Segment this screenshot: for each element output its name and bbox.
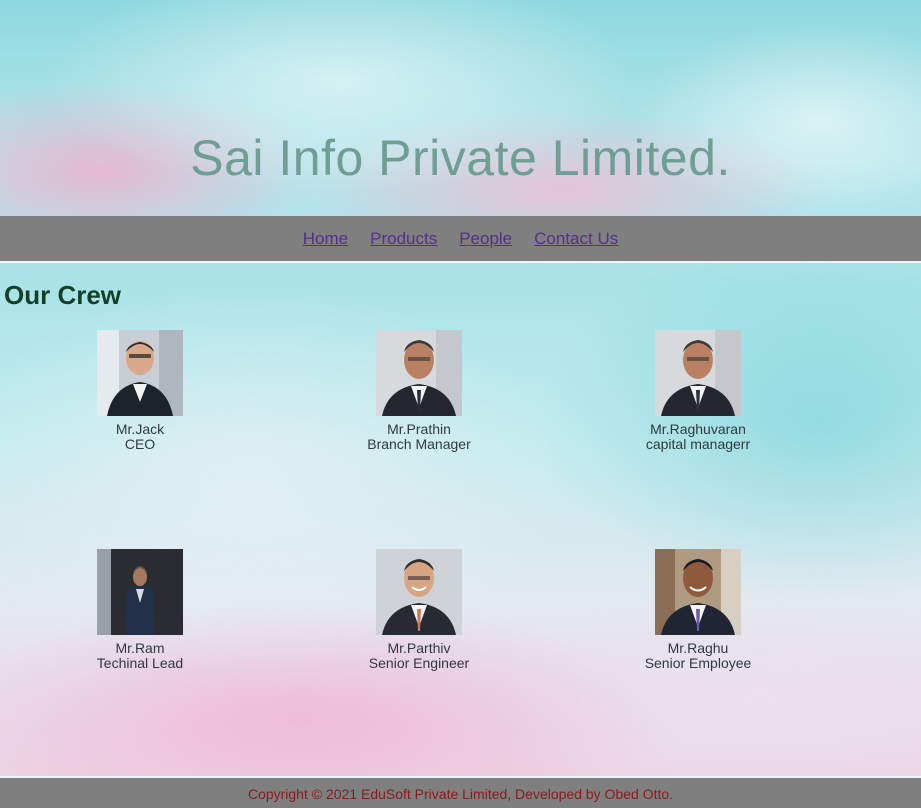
member-role: capital managerr — [645, 436, 751, 452]
member-photo — [376, 549, 462, 635]
nav-link-contact-us[interactable]: Contact Us — [534, 229, 618, 249]
member-role: CEO — [124, 436, 156, 452]
member-role: Branch Manager — [367, 436, 471, 452]
member-photo — [655, 549, 741, 635]
hero-banner: Sai Info Private Limited. — [0, 0, 921, 216]
member-photo — [376, 330, 462, 416]
crew-member-card: Mr.Jack CEO — [60, 330, 220, 452]
nav-link-people[interactable]: People — [459, 229, 512, 249]
crew-member-card: Mr.Parthiv Senior Engineer — [339, 549, 499, 671]
member-name: Mr.Prathin — [387, 421, 451, 437]
crew-member-card: Mr.Prathin Branch Manager — [339, 330, 499, 452]
member-name: Mr.Raghuvaran — [650, 421, 746, 437]
member-name: Mr.Parthiv — [387, 640, 451, 656]
nav-link-home[interactable]: Home — [303, 229, 348, 249]
member-photo — [655, 330, 741, 416]
section-title: Our Crew — [4, 280, 122, 310]
site-title: Sai Info Private Limited. — [190, 130, 731, 186]
member-role: Senior Employee — [644, 655, 752, 671]
footer-copyright: Copyright © 2021 EduSoft Private Limited… — [247, 786, 674, 802]
crew-member-card: Mr.Raghu Senior Employee — [618, 549, 778, 671]
member-name: Mr.Ram — [115, 640, 165, 656]
crew-member-card: Mr.Ram Techinal Lead — [60, 549, 220, 671]
member-photo — [97, 549, 183, 635]
crew-member-card: Mr.Raghuvaran capital managerr — [618, 330, 778, 452]
member-name: Mr.Raghu — [667, 640, 729, 656]
member-photo — [97, 330, 183, 416]
footer: Copyright © 2021 EduSoft Private Limited… — [0, 776, 921, 808]
nav-link-products[interactable]: Products — [370, 229, 437, 249]
member-role: Senior Engineer — [368, 655, 470, 671]
main-nav: Home Products People Contact Us — [0, 216, 921, 263]
member-name: Mr.Jack — [115, 421, 165, 437]
member-role: Techinal Lead — [96, 655, 184, 671]
